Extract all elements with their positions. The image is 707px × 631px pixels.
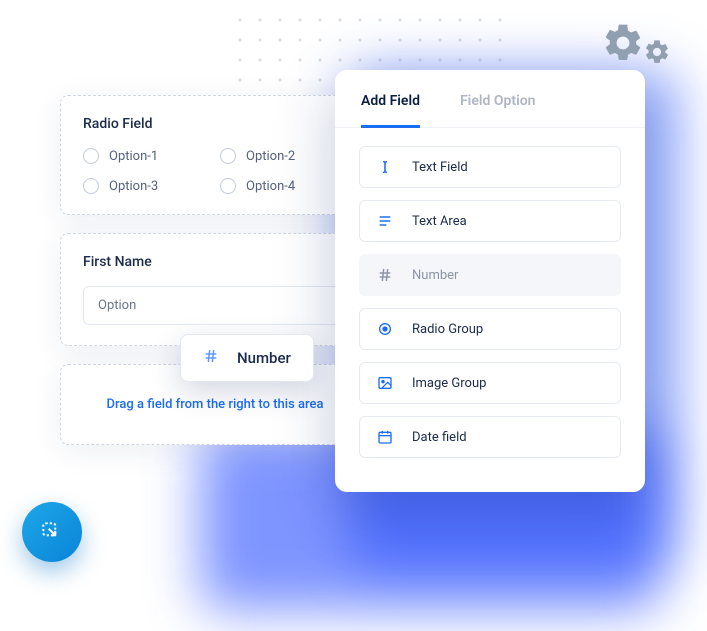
calendar-icon — [376, 429, 394, 445]
radio-option[interactable]: Option-4 — [220, 178, 347, 194]
form-canvas: Radio Field Option-1 Option-2 Option-3 O… — [60, 95, 370, 463]
tab-field-option[interactable]: Field Option — [460, 71, 535, 128]
radio-label: Option-4 — [246, 179, 295, 194]
field-palette-panel: Add Field Field Option Text Field Text A… — [335, 70, 645, 492]
radio-option[interactable]: Option-1 — [83, 148, 210, 164]
radio-option[interactable]: Option-2 — [220, 148, 347, 164]
field-type-label: Text Area — [412, 214, 467, 229]
dropzone-hint: Drag a field from the right to this area — [71, 397, 359, 412]
radio-label: Option-2 — [246, 149, 295, 164]
dragging-field-chip[interactable]: Number — [180, 334, 314, 382]
drag-chip-label: Number — [237, 349, 291, 367]
text-input[interactable]: Option — [83, 286, 347, 325]
field-type-date-field[interactable]: Date field — [359, 416, 621, 458]
hash-icon — [376, 267, 394, 283]
gear-icon — [601, 21, 645, 65]
field-type-label: Image Group — [412, 376, 486, 391]
card-title: First Name — [83, 254, 347, 270]
radio-icon — [220, 178, 236, 194]
radio-icon — [376, 321, 394, 337]
field-type-text-field[interactable]: Text Field — [359, 146, 621, 188]
text-lines-icon — [376, 213, 394, 229]
input-value: Option — [98, 298, 136, 313]
tabs: Add Field Field Option — [335, 70, 645, 128]
radio-icon — [83, 178, 99, 194]
image-icon — [376, 375, 394, 391]
tab-add-field[interactable]: Add Field — [361, 71, 420, 128]
radio-label: Option-1 — [109, 149, 158, 164]
field-type-image-group[interactable]: Image Group — [359, 362, 621, 404]
gear-icon — [643, 38, 671, 66]
field-type-text-area[interactable]: Text Area — [359, 200, 621, 242]
field-type-label: Radio Group — [412, 322, 483, 337]
hash-icon — [203, 348, 219, 368]
first-name-card[interactable]: First Name Option — [60, 233, 370, 346]
radio-field-card[interactable]: Radio Field Option-1 Option-2 Option-3 O… — [60, 95, 370, 215]
field-list: Text Field Text Area Number Radio Group — [335, 128, 645, 458]
radio-option[interactable]: Option-3 — [83, 178, 210, 194]
field-type-label: Text Field — [412, 160, 468, 175]
radio-options: Option-1 Option-2 Option-3 Option-4 — [83, 148, 347, 194]
card-title: Radio Field — [83, 116, 347, 132]
field-type-radio-group[interactable]: Radio Group — [359, 308, 621, 350]
field-type-number[interactable]: Number — [359, 254, 621, 296]
fab-button[interactable] — [22, 502, 82, 562]
radio-icon — [83, 148, 99, 164]
radio-label: Option-3 — [109, 179, 158, 194]
radio-icon — [220, 148, 236, 164]
decorative-gears — [601, 20, 671, 66]
field-type-label: Number — [412, 268, 458, 283]
collapse-icon — [39, 519, 65, 545]
text-cursor-icon — [376, 159, 394, 175]
field-type-label: Date field — [412, 430, 467, 445]
